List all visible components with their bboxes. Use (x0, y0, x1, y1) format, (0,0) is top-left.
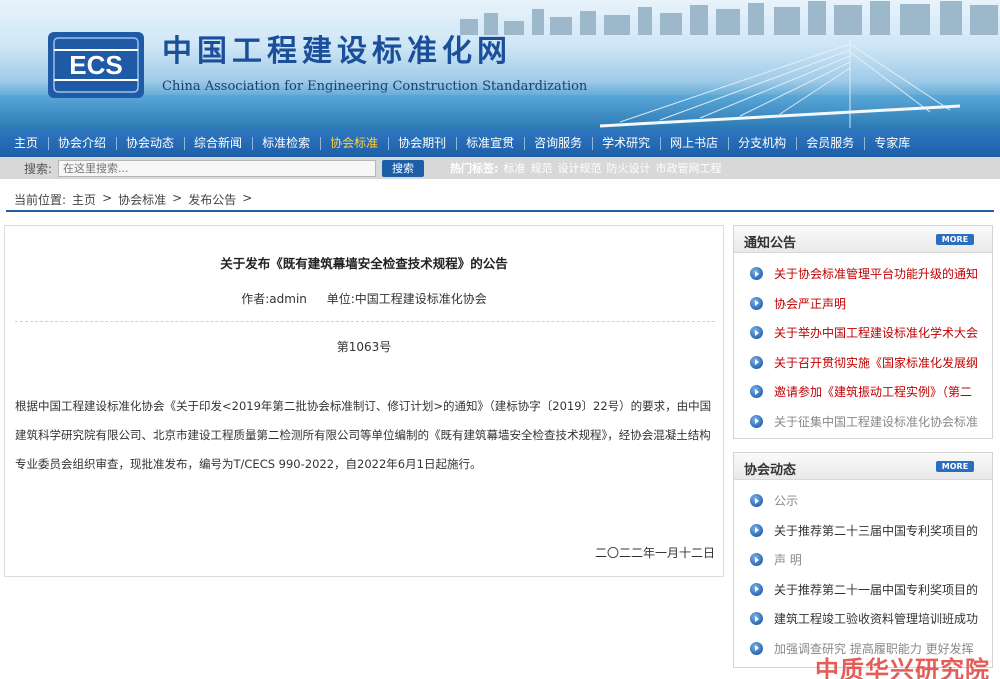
list-item-link[interactable]: 关于举办中国工程建设标准化学术大会 (774, 324, 978, 341)
hot-tag[interactable]: 标准 (503, 162, 525, 175)
list-item-link[interactable]: 关于协会标准管理平台功能升级的通知 (774, 265, 978, 282)
nav-item[interactable]: 咨询服务 (524, 130, 592, 157)
list-item[interactable]: 声 明 (734, 545, 992, 575)
nav-item[interactable]: 协会期刊 (388, 130, 456, 157)
list-item-link[interactable]: 邀请参加《建筑振动工程实例》（第二 (774, 383, 972, 400)
article-divider (15, 321, 715, 322)
bullet-arrow-icon (750, 641, 763, 655)
search-bar: 搜索: 搜索 热门标签: 标准规范设计规范防火设计市政管网工程 (0, 157, 1000, 179)
bullet-arrow-icon (750, 326, 763, 340)
article-author: 作者:admin (241, 292, 307, 306)
search-input[interactable] (58, 159, 377, 177)
nav-item[interactable]: 标准检索 (252, 130, 320, 157)
list-item[interactable]: 关于征集中国工程建设标准化协会标准 (734, 407, 992, 437)
list-item-link[interactable]: 关于召开贯彻实施《国家标准化发展纲 (774, 354, 978, 371)
bullet-arrow-icon (750, 612, 763, 626)
nav-item[interactable]: 协会介绍 (48, 130, 116, 157)
svg-text:ECS: ECS (69, 50, 122, 80)
breadcrumb-home[interactable]: 主页 (72, 191, 96, 208)
breadcrumb-standards[interactable]: 协会标准 (118, 191, 166, 208)
site-subtitle: China Association for Engineering Constr… (162, 79, 588, 94)
hot-tag[interactable]: 规范 (530, 162, 552, 175)
list-item[interactable]: 关于举办中国工程建设标准化学术大会 (734, 318, 992, 348)
breadcrumb-sep: > (172, 191, 183, 205)
bullet-arrow-icon (750, 414, 763, 428)
ecs-logo: ECS (48, 32, 144, 98)
list-item-link[interactable]: 关于征集中国工程建设标准化协会标准 (774, 413, 978, 430)
search-label: 搜索: (24, 161, 53, 176)
article-number: 第1063号 (336, 340, 392, 354)
list-item-link[interactable]: 关于推荐第二十一届中国专利奖项目的 (774, 581, 978, 598)
nav-item[interactable]: 学术研究 (592, 130, 660, 157)
bullet-arrow-icon (750, 553, 763, 567)
breadcrumb-sep: > (102, 191, 113, 205)
list-item[interactable]: 协会严正声明 (734, 289, 992, 319)
news-list: 公示关于推荐第二十三届中国专利奖项目的声 明关于推荐第二十一届中国专利奖项目的建… (734, 480, 992, 663)
breadcrumb-divider (6, 210, 994, 212)
city-skyline (440, 1, 1000, 35)
bullet-arrow-icon (750, 355, 763, 369)
bullet-arrow-icon (750, 385, 763, 399)
bullet-arrow-icon (750, 494, 763, 508)
nav-item[interactable]: 协会标准 (320, 130, 388, 157)
list-item-link[interactable]: 建筑工程竣工验收资料管理培训班成功 (774, 610, 978, 627)
news-box: 协会动态 MORE 公示关于推荐第二十三届中国专利奖项目的声 明关于推荐第二十一… (733, 452, 993, 668)
news-more-button[interactable]: MORE (936, 461, 974, 472)
list-item[interactable]: 公示 (734, 486, 992, 516)
bullet-arrow-icon (750, 267, 763, 281)
nav-item[interactable]: 综合新闻 (184, 130, 252, 157)
list-item[interactable]: 关于推荐第二十三届中国专利奖项目的 (734, 516, 992, 546)
hot-tag[interactable]: 防火设计 (606, 162, 650, 175)
list-item[interactable]: 关于协会标准管理平台功能升级的通知 (734, 259, 992, 289)
hot-tags-label: 热门标签: (450, 162, 499, 175)
bullet-arrow-icon (750, 296, 763, 310)
list-item-link[interactable]: 协会严正声明 (774, 295, 846, 312)
nav-item[interactable]: 会员服务 (796, 130, 864, 157)
list-item[interactable]: 建筑工程竣工验收资料管理培训班成功 (734, 604, 992, 634)
nav-item[interactable]: 网上书店 (660, 130, 728, 157)
bridge-graphic (600, 40, 960, 128)
list-item[interactable]: 邀请参加《建筑振动工程实例》（第二 (734, 377, 992, 407)
search-button[interactable]: 搜索 (382, 159, 425, 177)
notices-list: 关于协会标准管理平台功能升级的通知 协会严正声明关于举办中国工程建设标准化学术大会… (734, 253, 992, 436)
breadcrumb-prefix: 当前位置: (14, 193, 67, 207)
article-panel: 关于发布《既有建筑幕墙安全检查技术规程》的公告 作者:admin 单位:中国工程… (4, 225, 724, 577)
site-banner: ECS 中国工程建设标准化网 China Association for Eng… (0, 0, 1000, 130)
notices-title: 通知公告 (744, 236, 797, 251)
nav-item[interactable]: 主页 (4, 130, 48, 157)
site-title: 中国工程建设标准化网 (162, 34, 512, 69)
main-nav: 主页 协会介绍 协会动态 综合新闻 标准检索 协会标准 协会期刊 标准宣贯 咨询服务 学术研究 网上… (0, 130, 1000, 157)
article-unit: 单位:中国工程建设标准化协会 (326, 292, 487, 306)
breadcrumb-sep: > (242, 191, 253, 205)
bullet-arrow-icon (750, 582, 763, 596)
article-body: 根据中国工程建设标准化协会《关于印发<2019年第二批协会标准制订、修订计划>的… (15, 399, 712, 471)
article-title: 关于发布《既有建筑幕墙安全检查技术规程》的公告 (220, 256, 508, 271)
notices-more-button[interactable]: MORE (936, 234, 974, 245)
news-header: 协会动态 MORE (734, 453, 992, 480)
list-item[interactable]: 关于召开贯彻实施《国家标准化发展纲 (734, 348, 992, 378)
article-meta: 作者:admin 单位:中国工程建设标准化协会 (5, 290, 723, 307)
bullet-arrow-icon (750, 523, 763, 537)
nav-item[interactable]: 标准宣贯 (456, 130, 524, 157)
article-date: 二〇二二年一月十二日 (594, 546, 715, 560)
list-item-link[interactable]: 公示 (774, 492, 798, 509)
breadcrumb: 当前位置: 主页 > 协会标准 > 发布公告 > (14, 191, 252, 208)
watermark: 中质华兴研究院 (815, 656, 990, 679)
list-item-link[interactable]: 声 明 (774, 551, 802, 568)
nav-item[interactable]: 协会动态 (116, 130, 184, 157)
list-item-link[interactable]: 关于推荐第二十三届中国专利奖项目的 (774, 522, 978, 539)
list-item[interactable]: 关于推荐第二十一届中国专利奖项目的 (734, 575, 992, 605)
breadcrumb-announcements[interactable]: 发布公告 (188, 191, 236, 208)
notices-header: 通知公告 MORE (734, 226, 992, 253)
nav-item[interactable]: 分支机构 (728, 130, 796, 157)
nav-item[interactable]: 专家库 (864, 130, 920, 157)
hot-tag[interactable]: 设计规范 (557, 162, 601, 175)
notices-box: 通知公告 MORE 关于协会标准管理平台功能升级的通知 协会严正声明关于举办中国工… (733, 225, 993, 439)
news-title: 协会动态 (744, 463, 797, 478)
hot-tag[interactable]: 市政管网工程 (655, 162, 721, 175)
